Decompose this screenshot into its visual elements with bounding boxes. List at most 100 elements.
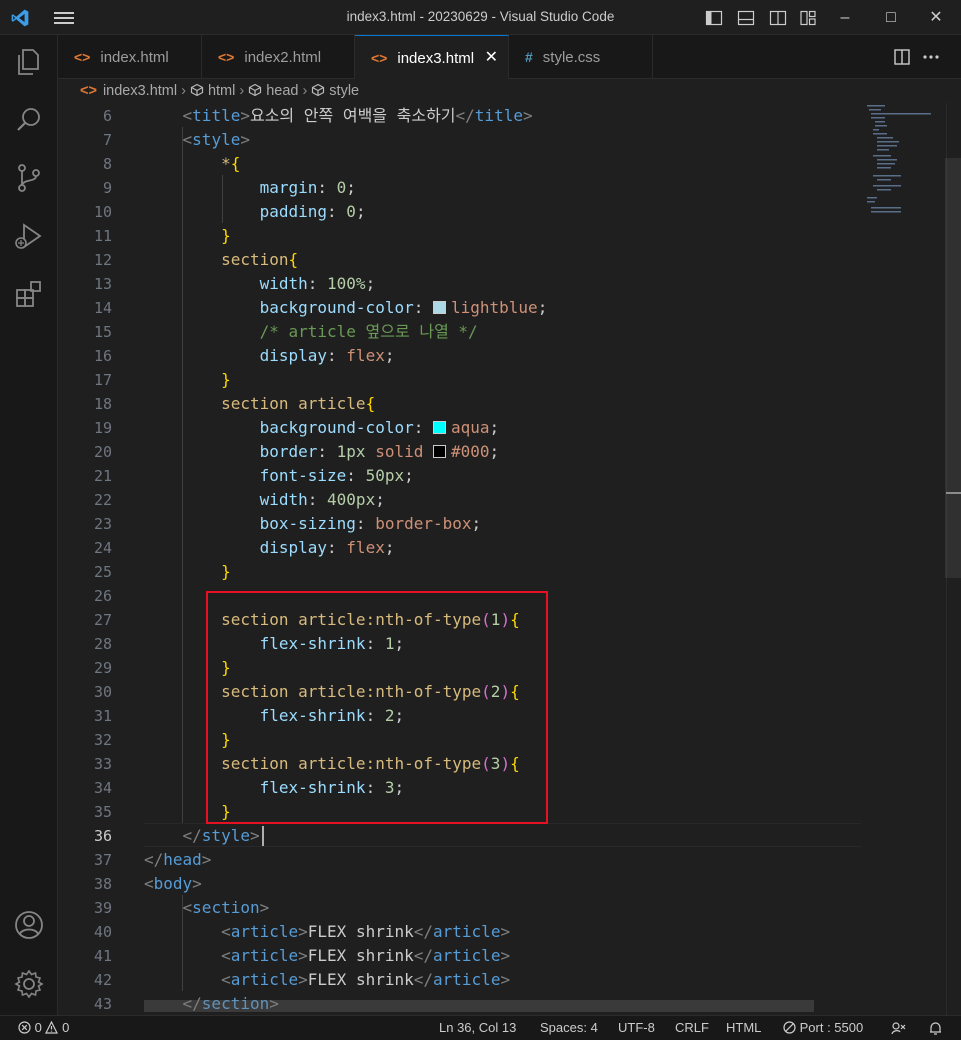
text-cursor	[262, 826, 264, 846]
line-number: 41	[93, 947, 112, 965]
line-number: 26	[93, 587, 112, 605]
scrollbar-cursor-marker	[946, 492, 961, 494]
symbol-icon	[312, 83, 325, 97]
line-number: 15	[93, 323, 112, 341]
code-line-20: border: 1px solid #000;	[259, 442, 500, 461]
accounts-icon[interactable]	[12, 908, 46, 942]
line-number: 37	[93, 851, 112, 869]
more-actions-icon[interactable]	[923, 55, 939, 59]
code-line-33: section article:nth-of-type(3){	[221, 754, 520, 773]
cursor-position[interactable]: Ln 36, Col 13	[439, 1016, 516, 1040]
line-number: 33	[93, 755, 112, 773]
problems-indicator[interactable]: 0 0	[18, 1016, 69, 1040]
tab-label: style.css	[542, 49, 601, 66]
maximize-button[interactable]: □	[868, 6, 914, 30]
line-number: 34	[93, 779, 112, 797]
run-debug-icon[interactable]	[12, 219, 46, 253]
code-line-24: display: flex;	[259, 538, 395, 557]
split-editor-icon[interactable]	[894, 49, 910, 65]
code-line-28: flex-shrink: 1;	[259, 634, 405, 653]
close-button[interactable]: ✕	[913, 6, 959, 30]
color-swatch-aqua[interactable]	[432, 421, 446, 434]
code-line-13: width: 100%;	[259, 274, 376, 293]
line-number: 21	[93, 467, 112, 485]
manage-gear-icon[interactable]	[12, 967, 46, 1001]
code-line-30: section article:nth-of-type(2){	[221, 682, 520, 701]
activity-bar	[0, 35, 58, 1015]
notifications-bell-icon[interactable]	[928, 1021, 943, 1036]
line-number: 32	[93, 731, 112, 749]
code-line-16: display: flex;	[259, 346, 395, 365]
warning-icon	[45, 1021, 59, 1034]
close-tab-icon[interactable]: ✕	[485, 36, 498, 80]
symbol-icon	[190, 83, 204, 97]
code-line-40: <article>FLEX shrink</article>	[221, 922, 511, 941]
html-file-icon: <>	[371, 50, 388, 66]
tab-index3-html[interactable]: <> index3.html ✕	[355, 35, 509, 79]
minimize-button[interactable]: –	[822, 6, 868, 30]
line-ending-setting[interactable]: CRLF	[675, 1016, 709, 1040]
editor-actions	[894, 49, 939, 65]
breadcrumb-head[interactable]: head	[248, 79, 298, 103]
line-number-gutter: 6 7 8 9 10 11 12 13 14 15 16 17 18 19 20…	[58, 103, 124, 1015]
line-number: 8	[102, 155, 112, 173]
chevron-right-icon: ›	[239, 83, 245, 99]
code-line-31: flex-shrink: 2;	[259, 706, 405, 725]
extensions-icon[interactable]	[12, 277, 46, 311]
line-number: 7	[102, 131, 112, 149]
tab-index-html[interactable]: <> index.html	[58, 35, 202, 79]
line-number: 18	[93, 395, 112, 413]
color-swatch-black[interactable]	[433, 445, 447, 458]
line-number: 9	[102, 179, 112, 197]
customize-layout-icon[interactable]	[798, 8, 818, 28]
language-mode[interactable]: HTML	[726, 1016, 761, 1040]
breadcrumb-style[interactable]: style	[311, 79, 359, 103]
title-bar: index3.html - 20230629 - Visual Studio C…	[0, 0, 961, 35]
line-number: 42	[93, 971, 112, 989]
code-line-39: <section>	[182, 898, 270, 917]
line-number: 13	[93, 275, 112, 293]
line-number: 10	[93, 203, 112, 221]
line-number: 11	[93, 227, 112, 245]
line-number: 20	[93, 443, 112, 461]
breadcrumb-file[interactable]: <> index3.html	[80, 79, 177, 103]
code-line-21: font-size: 50px;	[259, 466, 414, 485]
explorer-icon[interactable]	[12, 45, 46, 79]
line-number: 19	[93, 419, 112, 437]
line-number: 39	[93, 899, 112, 917]
line-number: 40	[93, 923, 112, 941]
indentation-setting[interactable]: Spaces: 4	[540, 1016, 598, 1040]
code-line-34: flex-shrink: 3;	[259, 778, 405, 797]
editor-tabs: <> index.html <> index2.html <> index3.html…	[58, 35, 961, 79]
tab-index2-html[interactable]: <> index2.html	[202, 35, 355, 79]
scrollbar-thumb[interactable]	[945, 158, 961, 578]
encoding-setting[interactable]: UTF-8	[618, 1016, 655, 1040]
code-editor[interactable]: 6 7 8 9 10 11 12 13 14 15 16 17 18 19 20…	[58, 103, 961, 1015]
color-swatch-lightblue[interactable]	[432, 301, 446, 314]
line-number: 17	[93, 371, 112, 389]
toggle-panel-icon[interactable]	[736, 8, 756, 28]
code-line-7: <style>	[182, 130, 250, 149]
tab-style-css[interactable]: # style.css	[509, 35, 653, 79]
status-bar: 0 0 Ln 36, Col 13 Spaces: 4 UTF-8 CRLF H…	[0, 1015, 961, 1040]
breadcrumb: <> index3.html › html › head › style	[58, 79, 961, 103]
code-line-11: }	[221, 226, 231, 245]
search-icon[interactable]	[12, 103, 46, 137]
line-number: 14	[93, 299, 112, 317]
code-line-38: <body>	[144, 874, 202, 893]
toggle-secondary-sidebar-icon[interactable]	[768, 8, 788, 28]
accounts-feedback-icon[interactable]	[891, 1021, 906, 1036]
horizontal-scrollbar[interactable]	[144, 1000, 814, 1012]
breadcrumb-html[interactable]: html	[190, 79, 235, 103]
line-number-active: 36	[93, 827, 112, 845]
source-control-icon[interactable]	[12, 161, 46, 195]
menu-icon[interactable]	[52, 9, 76, 27]
live-server-port[interactable]: Port : 5500	[783, 1016, 863, 1040]
code-line-37: </head>	[144, 850, 212, 869]
chevron-right-icon: ›	[181, 83, 186, 99]
minimap[interactable]	[863, 103, 943, 223]
error-icon	[18, 1021, 31, 1034]
code-line-15: /* article 옆으로 나열 */	[259, 322, 478, 341]
toggle-primary-sidebar-icon[interactable]	[704, 8, 724, 28]
circle-slash-icon	[783, 1021, 796, 1034]
